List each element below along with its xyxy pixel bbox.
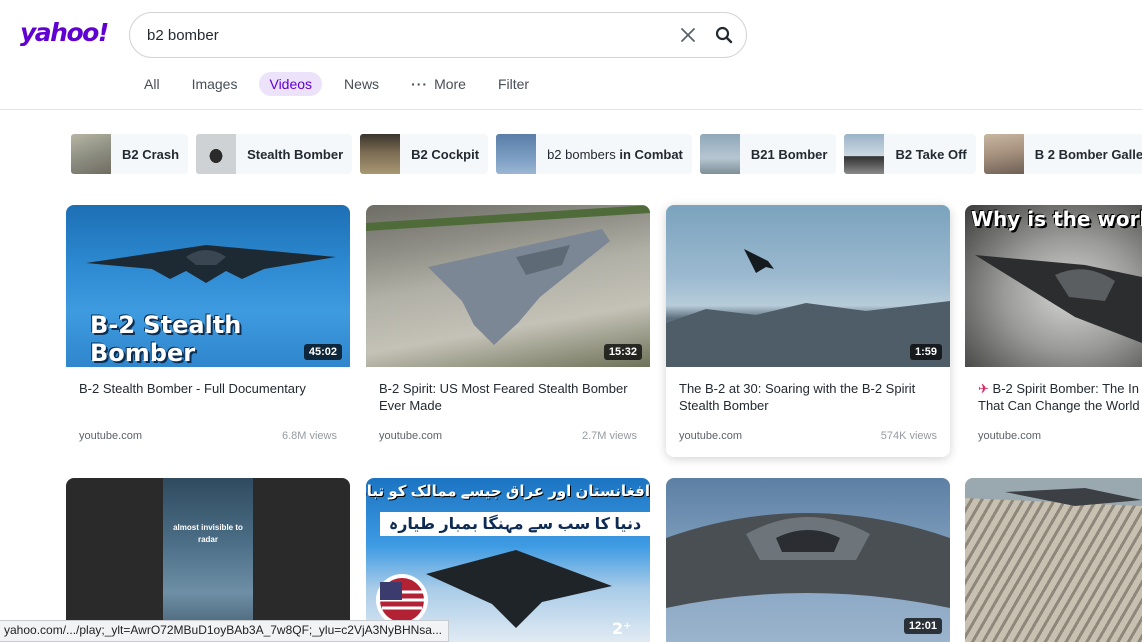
related-thumb	[196, 134, 237, 174]
related-thumb	[360, 134, 401, 174]
video-result-card[interactable]: 15:32 B-2 Spirit: US Most Feared Stealth…	[366, 205, 650, 457]
video-thumbnail: 1:59	[666, 205, 950, 367]
related-pill-b2-take-off[interactable]: B2 Take Off	[844, 134, 976, 174]
video-views: 2.7M views	[581, 430, 637, 442]
related-pill-b2-crash[interactable]: B2 Crash	[71, 134, 189, 174]
tab-filter[interactable]: Filter	[488, 72, 539, 96]
video-duration: 1:59	[909, 344, 942, 360]
related-label: B 2 Bomber Gallery	[1034, 146, 1142, 162]
video-title[interactable]: B-2 Stealth Bomber - Full Documentary	[79, 380, 339, 397]
video-source: youtube.com	[679, 430, 742, 442]
video-source: youtube.com	[978, 430, 1041, 442]
tab-more[interactable]: ··· More	[401, 72, 476, 96]
video-result-card[interactable]	[965, 478, 1142, 642]
airplane-emoji-icon: ✈	[978, 381, 989, 396]
related-label: B2 Take Off	[895, 146, 967, 162]
related-thumb	[496, 134, 537, 174]
video-views: 6.8M views	[281, 430, 337, 442]
video-result-card[interactable]: افغانستان اور عراق جیسے ممالک کو تباہ کر…	[366, 478, 650, 642]
more-dots-icon: ···	[411, 76, 429, 92]
related-thumb	[844, 134, 885, 174]
video-views: 574K views	[880, 430, 937, 442]
related-pill-b21-bomber[interactable]: B21 Bomber	[699, 134, 837, 174]
video-result-card[interactable]: almost invisible to radar	[66, 478, 350, 642]
search-box[interactable]	[129, 12, 747, 58]
tab-news[interactable]: News	[334, 72, 389, 96]
related-pill-stealth-bomber[interactable]: Stealth Bomber	[196, 134, 353, 174]
related-thumb	[699, 134, 740, 174]
search-input[interactable]	[147, 26, 746, 44]
related-thumb	[71, 134, 111, 174]
related-label: Stealth Bomber	[247, 146, 344, 162]
video-result-card[interactable]: Why is the world afrai ✈ B-2 Spirit Bomb…	[965, 205, 1142, 457]
tab-all[interactable]: All	[134, 72, 170, 96]
yahoo-logo[interactable]: yahoo!	[20, 18, 109, 47]
related-searches: B2 Crash Stealth Bomber B2 Cockpit b2 bo…	[71, 134, 1142, 174]
video-thumbnail: 15:32	[366, 205, 650, 367]
video-duration: 12:01	[903, 618, 942, 634]
related-label: B21 Bomber	[750, 146, 828, 162]
video-thumbnail: Why is the world afrai	[965, 205, 1142, 367]
header-divider	[0, 109, 1142, 110]
tab-videos[interactable]: Videos	[259, 72, 323, 96]
video-title[interactable]: The B-2 at 30: Soaring with the B-2 Spir…	[679, 380, 939, 414]
thumbnail-overlay-text: Why is the world afrai	[971, 207, 1142, 231]
video-source: youtube.com	[79, 430, 142, 442]
tab-images[interactable]: Images	[182, 72, 248, 96]
video-source: youtube.com	[379, 430, 442, 442]
related-pill-b2-bombers-in-combat[interactable]: b2 bombers in Combat	[496, 134, 692, 174]
related-label: b2 bombers in Combat	[547, 146, 683, 162]
tab-more-label: More	[434, 76, 466, 92]
search-icon[interactable]	[714, 25, 734, 45]
search-tabs: All Images Videos News ··· More Filter	[134, 72, 551, 96]
thumbnail-overlay-text: almost invisible to radar	[173, 523, 243, 544]
status-bar-url: yahoo.com/.../play;_ylt=AwrO72MBuD1oyBAb…	[0, 620, 449, 642]
video-duration: 45:02	[303, 344, 342, 360]
related-label: B2 Cockpit	[411, 146, 480, 162]
related-pill-b2-cockpit[interactable]: B2 Cockpit	[360, 134, 489, 174]
clear-icon[interactable]	[678, 25, 698, 45]
channel-logo: 2⁺	[612, 619, 632, 638]
related-pill-b2-bomber-gallery[interactable]: B 2 Bomber Gallery	[983, 134, 1142, 174]
video-title[interactable]: B-2 Spirit: US Most Feared Stealth Bombe…	[379, 380, 639, 414]
related-label: B2 Crash	[122, 146, 180, 162]
video-thumbnail: almost invisible to radar	[163, 478, 253, 642]
related-thumb	[983, 134, 1024, 174]
video-result-card[interactable]: 12:01	[666, 478, 950, 642]
video-title[interactable]: ✈ B-2 Spirit Bomber: The In That Can Cha…	[978, 380, 1142, 414]
video-thumbnail: B-2 Stealth Bomber 45:02	[66, 205, 350, 367]
video-result-card[interactable]: B-2 Stealth Bomber 45:02 B-2 Stealth Bom…	[66, 205, 350, 457]
video-result-card[interactable]: 1:59 The B-2 at 30: Soaring with the B-2…	[666, 205, 950, 457]
video-duration: 15:32	[603, 344, 642, 360]
